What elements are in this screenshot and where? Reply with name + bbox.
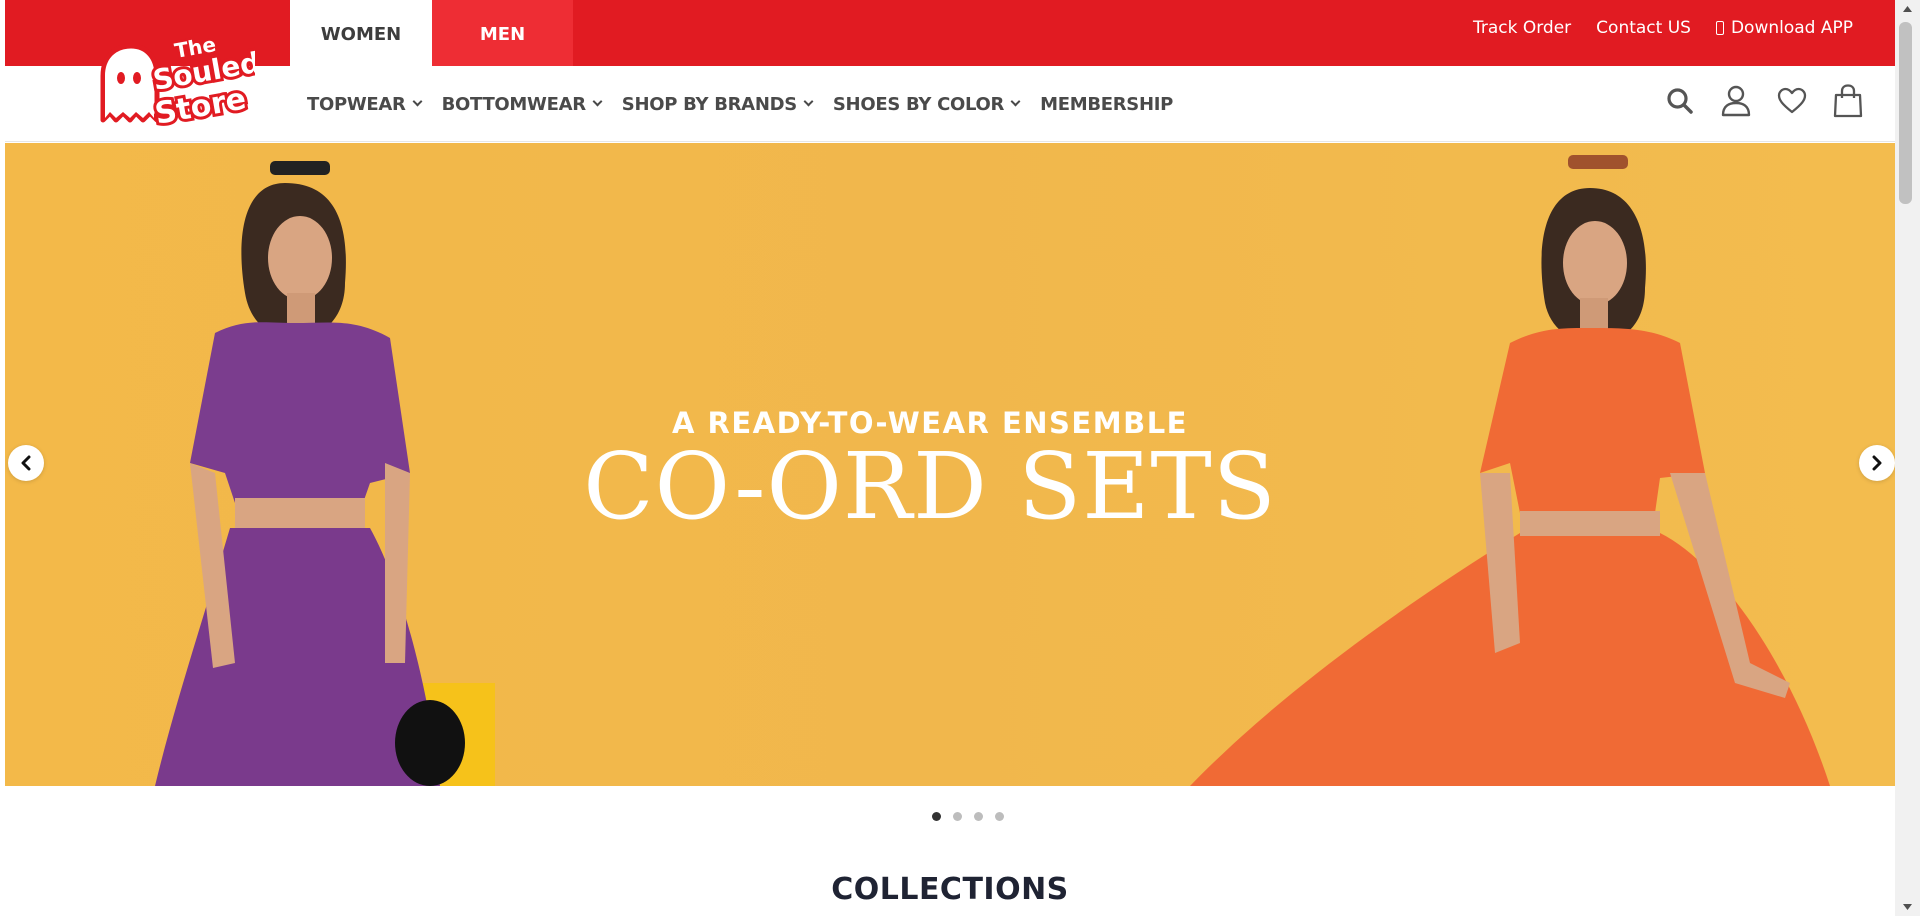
page-scrollbar[interactable] <box>1895 0 1920 916</box>
nav-bottomwear-label: BOTTOMWEAR <box>441 93 586 115</box>
nav-shoes-by-color-label: SHOES BY COLOR <box>832 93 1005 115</box>
contact-us-label: Contact US <box>1596 18 1691 38</box>
chevron-down-icon <box>803 96 814 107</box>
heart-icon[interactable] <box>1777 84 1807 118</box>
user-icon[interactable] <box>1721 84 1751 118</box>
phone-icon <box>1715 21 1724 35</box>
nav-bottomwear[interactable]: BOTTOMWEAR <box>441 93 603 115</box>
scroll-down-icon[interactable] <box>1895 898 1920 916</box>
chevron-down-icon <box>412 96 423 107</box>
nav-topwear-label: TOPWEAR <box>307 93 406 115</box>
track-order-label: Track Order <box>1472 18 1572 38</box>
scrollbar-thumb[interactable] <box>1899 22 1912 204</box>
tab-men[interactable]: MEN <box>432 0 573 68</box>
nav-membership-label: MEMBERSHIP <box>1040 93 1174 115</box>
header-actions <box>1665 84 1863 118</box>
nav-shop-by-brands-label: SHOP BY BRANDS <box>621 93 797 115</box>
track-order-link[interactable]: Track Order <box>1473 18 1571 38</box>
scroll-up-icon[interactable] <box>1895 0 1920 18</box>
main-nav: TOPWEAR BOTTOMWEAR SHOP BY BRANDS SHOES … <box>307 66 1173 142</box>
carousel-dot-3[interactable] <box>974 812 983 821</box>
download-app-link[interactable]: Download APP <box>1715 18 1853 38</box>
tab-women[interactable]: WOMEN <box>290 0 432 68</box>
collections-heading: COLLECTIONS <box>5 872 1895 907</box>
carousel-prev-button[interactable] <box>8 445 44 481</box>
page: WOMEN MEN Track Order Contact US Downloa… <box>5 0 1895 916</box>
carousel-dots <box>932 812 1004 821</box>
brand-logo[interactable]: The Souled Store <box>93 28 266 138</box>
chevron-left-icon <box>21 455 31 471</box>
nav-membership[interactable]: MEMBERSHIP <box>1040 94 1173 115</box>
hero-banner[interactable]: A READY-TO-WEAR ENSEMBLE CO-ORD SETS <box>5 143 1895 786</box>
hero-title: CO-ORD SETS <box>583 433 1277 540</box>
chevron-right-icon <box>1872 455 1882 471</box>
bag-icon[interactable] <box>1833 84 1863 118</box>
top-bar: WOMEN MEN Track Order Contact US Downloa… <box>5 0 1895 68</box>
tab-men-label: MEN <box>479 23 526 45</box>
carousel-dot-1[interactable] <box>932 812 941 821</box>
collections-heading-label: COLLECTIONS <box>831 872 1069 907</box>
nav-shoes-by-color[interactable]: SHOES BY COLOR <box>832 93 1021 115</box>
nav-shop-by-brands[interactable]: SHOP BY BRANDS <box>621 93 814 115</box>
carousel-dot-2[interactable] <box>953 812 962 821</box>
download-app-label: Download APP <box>1730 18 1853 38</box>
tab-women-label: WOMEN <box>320 23 402 45</box>
contact-us-link[interactable]: Contact US <box>1596 18 1691 38</box>
carousel-dot-4[interactable] <box>995 812 1004 821</box>
chevron-down-icon <box>592 96 603 107</box>
utility-links: Track Order Contact US Download APP <box>1473 0 1853 56</box>
nav-topwear[interactable]: TOPWEAR <box>307 93 423 115</box>
main-header: The Souled Store TOPWEAR BOTTOMWEAR SHOP… <box>5 30 1895 142</box>
search-icon[interactable] <box>1665 84 1695 118</box>
carousel-next-button[interactable] <box>1859 445 1895 481</box>
chevron-down-icon <box>1010 96 1021 107</box>
